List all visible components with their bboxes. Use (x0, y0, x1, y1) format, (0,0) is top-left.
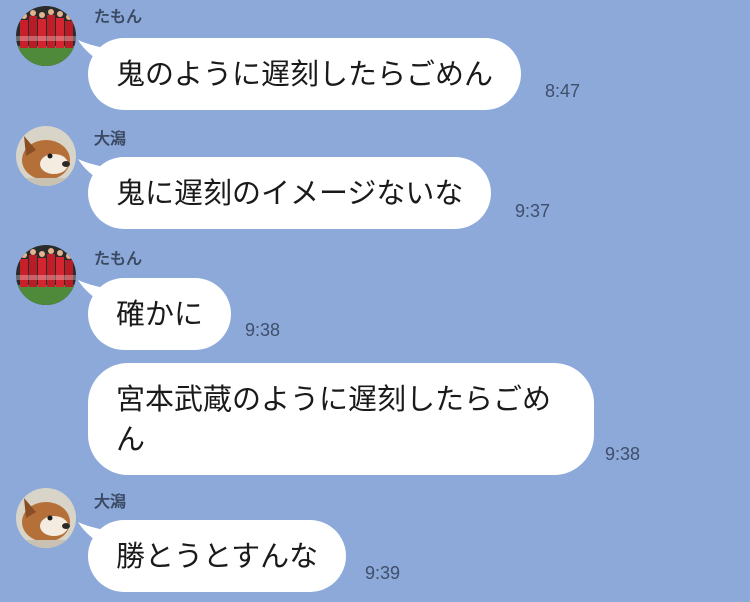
sender-name: たもん (94, 7, 143, 26)
message-text: 宮本武蔵のように遅刻したらごめん (116, 382, 552, 456)
message-text: 鬼のように遅刻したらごめん (116, 57, 494, 91)
bubble-tail-icon (78, 522, 104, 546)
sender-name: 大潟 (94, 129, 127, 148)
sender-name: たもん (94, 249, 143, 268)
sender-name: 大潟 (94, 492, 127, 511)
avatar-ogata[interactable] (16, 126, 76, 186)
dog-photo-icon (16, 126, 76, 186)
dog-photo-icon (16, 488, 76, 548)
bubble-tail-icon (78, 40, 104, 64)
avatar-ogata[interactable] (16, 488, 76, 548)
message-bubble[interactable]: 確かに (78, 278, 232, 350)
avatar-tamon[interactable] (16, 6, 76, 66)
message-time: 9:37 (515, 201, 551, 221)
message-bubble[interactable]: 鬼に遅刻のイメージないな (78, 157, 492, 229)
message-text: 勝とうとすんな (116, 539, 319, 573)
message-time: 9:38 (245, 320, 281, 340)
chat-background: たもん 鬼のように遅刻したらごめん 8:47 大潟 鬼に遅刻のイメージないな 9… (0, 0, 750, 602)
bubble-tail-icon (78, 280, 104, 304)
message-time: 9:39 (365, 563, 401, 583)
message-bubble[interactable]: 鬼のように遅刻したらごめん (78, 38, 522, 110)
message-bubble[interactable]: 勝とうとすんな (78, 520, 347, 592)
message-time: 9:38 (605, 444, 641, 464)
avatar-tamon[interactable] (16, 245, 76, 305)
soccer-team-photo-icon (16, 245, 76, 305)
message-bubble[interactable]: 宮本武蔵のように遅刻したらごめん (88, 363, 594, 475)
message-text: 確かに (116, 297, 204, 331)
soccer-team-photo-icon (16, 6, 76, 66)
message-time: 8:47 (545, 81, 581, 101)
message-text: 鬼に遅刻のイメージないな (116, 176, 464, 210)
bubble-tail-icon (78, 159, 104, 183)
